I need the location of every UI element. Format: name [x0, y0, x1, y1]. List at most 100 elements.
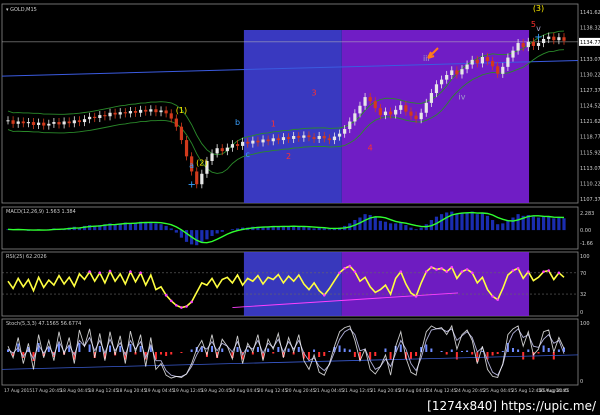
- macd-bar: [541, 216, 546, 231]
- macd-bar: [414, 229, 418, 231]
- time-axis-label: 21 Aug 04:45: [314, 388, 344, 394]
- time-axis-label: 21 Aug 12:45: [342, 388, 372, 394]
- wave-label: a: [189, 161, 194, 170]
- macd-bar: [511, 217, 515, 231]
- candle-body: [332, 136, 337, 141]
- candle-body: [496, 66, 500, 74]
- candle-body: [149, 109, 153, 112]
- macd-bar: [363, 214, 367, 231]
- macd-bar: [506, 220, 510, 231]
- rsi-extreme-dot: [496, 298, 499, 301]
- rsi-extreme-dot: [491, 295, 494, 298]
- candle-body: [42, 122, 46, 126]
- candle-body: [485, 56, 490, 62]
- candle-body: [77, 120, 82, 123]
- stoch-histogram-bar: [109, 345, 112, 352]
- candle-body: [343, 129, 347, 134]
- stoch-histogram-bar: [297, 347, 300, 352]
- time-axis-label: 17 Aug 2015: [4, 388, 32, 394]
- candle-body: [88, 116, 92, 120]
- macd-bar: [465, 212, 469, 231]
- stoch-histogram-bar: [384, 348, 387, 352]
- candle-body: [200, 173, 204, 185]
- low-marker: +: [187, 180, 195, 191]
- candle-body: [266, 139, 270, 142]
- rsi-axis-tick: 100: [580, 254, 590, 260]
- macd-bar: [144, 222, 148, 231]
- macd-bar: [475, 214, 479, 231]
- stoch-histogram-bar: [557, 349, 560, 352]
- price-axis-tick: 1138.32: [580, 26, 600, 32]
- rsi-extreme-dot: [542, 270, 545, 273]
- candle-body: [139, 109, 143, 113]
- time-axis-label: 20 Aug 12:45: [258, 388, 288, 394]
- rsi-zone-blue: [243, 252, 342, 316]
- candle-body: [450, 70, 454, 76]
- rsi-extreme-dot: [175, 303, 178, 307]
- stoch-histogram-bar: [246, 349, 249, 352]
- wave-label: b: [235, 118, 240, 127]
- macd-bar: [312, 228, 316, 231]
- macd-bar: [552, 218, 556, 231]
- candle-body: [516, 43, 520, 51]
- rsi-extreme-dot: [343, 267, 346, 270]
- macd-bar: [195, 230, 199, 246]
- time-axis-label: 25 Aug 04:45: [483, 388, 513, 394]
- rsi-extreme-dot: [185, 305, 188, 308]
- stoch-histogram-bar: [170, 352, 173, 355]
- stoch-histogram-bar: [496, 352, 499, 354]
- candle-body: [82, 119, 87, 123]
- rsi-extreme-dot: [547, 269, 550, 272]
- macd-bar: [200, 230, 204, 243]
- wave-label: 1: [271, 120, 276, 129]
- candle-body: [363, 97, 367, 106]
- candle-body: [26, 122, 31, 124]
- time-axis-label: 24 Aug 12:45: [427, 388, 457, 394]
- stoch-histogram-bar: [58, 343, 61, 352]
- candle-body: [317, 136, 321, 139]
- rsi-extreme-dot: [338, 271, 341, 275]
- candle-body: [424, 102, 428, 113]
- stoch-histogram-bar: [450, 349, 453, 352]
- stoch-histogram-bar: [313, 349, 316, 352]
- trading-chart: (1)(2)(3)abc12345iiiivv++▾ GOLD,M15 1141.…: [0, 0, 600, 415]
- rsi-extreme-dot: [460, 270, 464, 273]
- rsi-extreme-dot: [470, 271, 474, 275]
- wave-label: (2): [196, 159, 207, 168]
- candle-body: [21, 121, 25, 124]
- rsi-extreme-dot: [129, 270, 132, 273]
- macd-bar: [302, 226, 306, 231]
- macd-bar: [174, 230, 178, 233]
- macd-bar: [297, 226, 301, 231]
- candle-body: [225, 147, 229, 152]
- candle-body: [16, 121, 20, 124]
- macd-axis-tick: 0.00: [580, 228, 591, 234]
- stoch-histogram-bar: [353, 352, 356, 357]
- candle-body: [312, 137, 316, 139]
- highlight-zone-1: [341, 30, 530, 203]
- candle-body: [62, 121, 66, 125]
- macd-bar: [531, 216, 535, 231]
- rsi-extreme-dot: [414, 295, 418, 298]
- rsi-extreme-dot: [430, 265, 433, 269]
- candle-body: [353, 113, 357, 122]
- stoch-histogram-bar: [119, 346, 122, 352]
- candle-body: [388, 111, 393, 115]
- stoch-histogram-bar: [547, 348, 550, 352]
- rsi-extreme-dot: [424, 270, 428, 273]
- price-axis-tick: 1113.07: [580, 166, 600, 172]
- stoch-histogram-bar: [522, 352, 525, 360]
- stoch-histogram-bar: [160, 352, 163, 355]
- candle-body: [251, 140, 255, 144]
- macd-bar: [388, 223, 393, 231]
- candle-body: [378, 108, 382, 116]
- price-axis-tick: 1110.22: [580, 181, 600, 187]
- rsi-extreme-dot: [164, 293, 168, 297]
- price-axis-tick: 1124.52: [580, 104, 600, 110]
- candle-body: [108, 112, 112, 117]
- candle-body: [52, 122, 56, 124]
- candle-body: [506, 57, 510, 67]
- time-axis-label: 25 Aug 12:45: [512, 388, 542, 394]
- stoch-histogram-bar: [440, 351, 443, 352]
- time-axis-label: 19 Aug 04:45: [145, 388, 175, 394]
